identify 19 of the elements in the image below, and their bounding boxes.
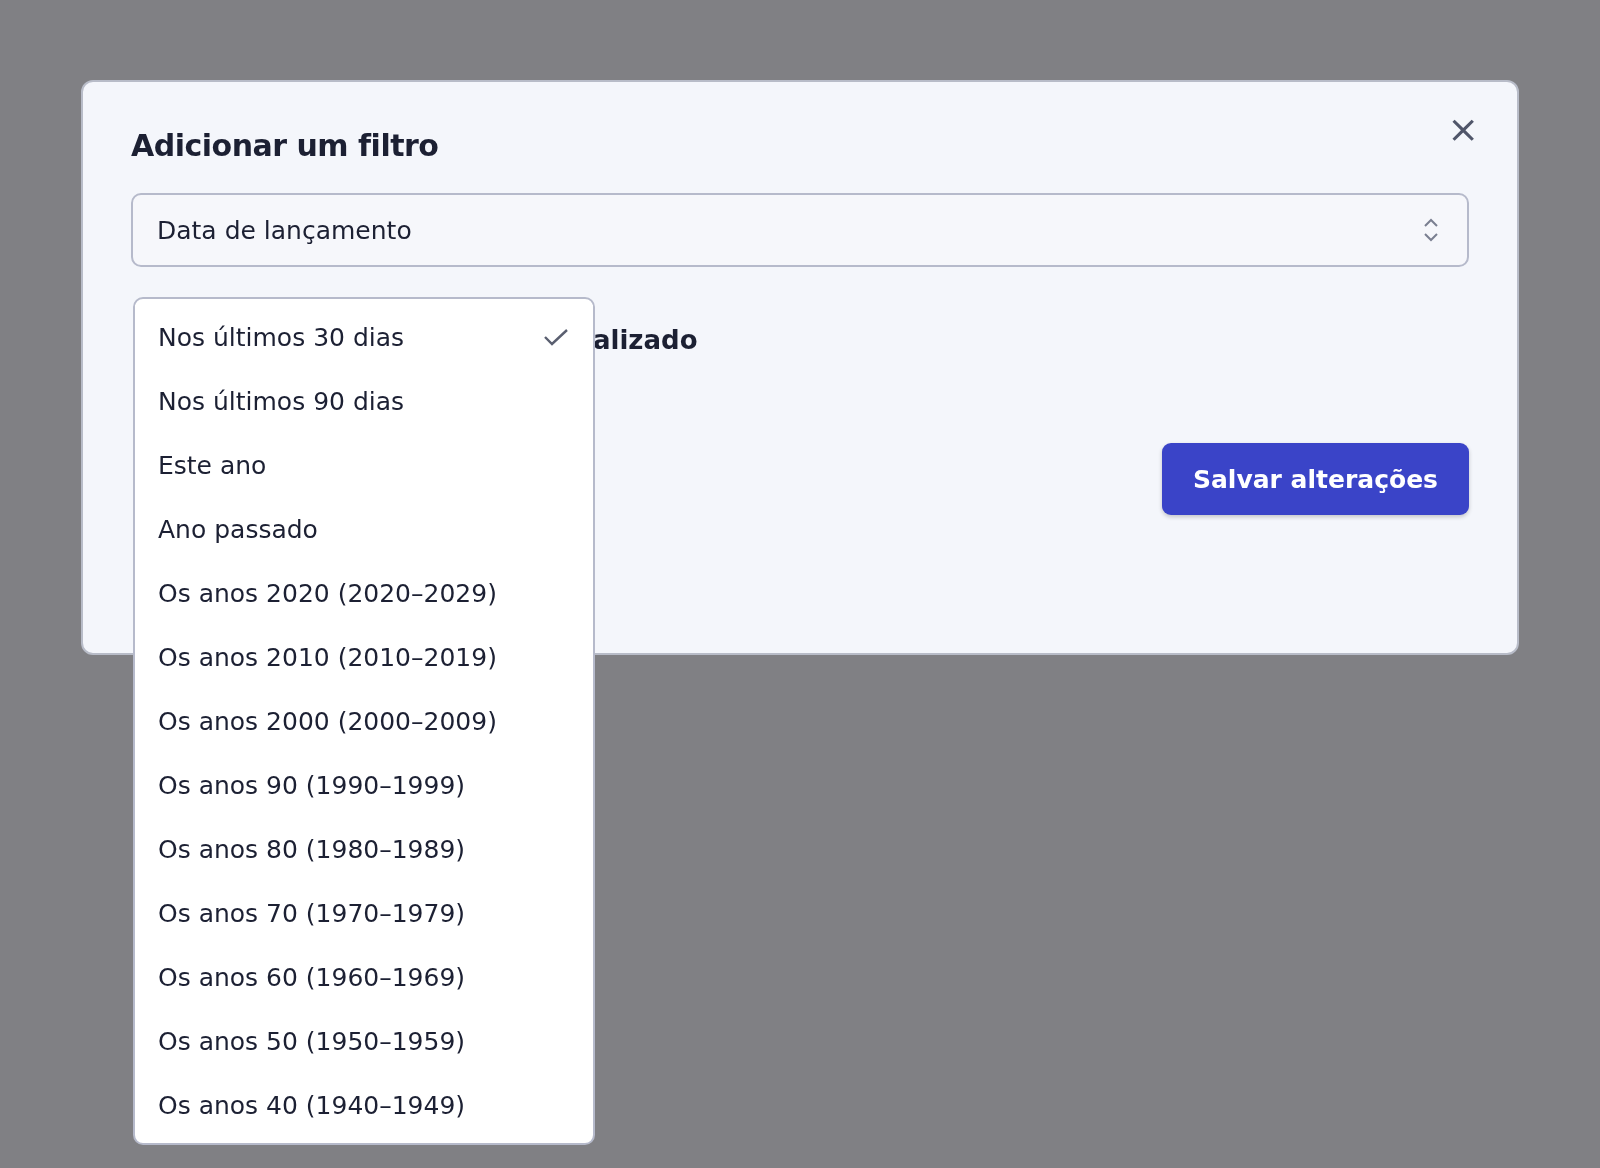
check-icon [543, 327, 569, 347]
option-label: alizado [593, 325, 698, 355]
dropdown-option[interactable]: Os anos 80 (1980–1989) [135, 817, 593, 881]
dropdown-option[interactable]: Nos últimos 90 dias [135, 369, 593, 433]
dropdown-option[interactable]: Os anos 40 (1940–1949) [135, 1073, 593, 1137]
dropdown-option[interactable]: Os anos 2000 (2000–2009) [135, 689, 593, 753]
dropdown-option[interactable]: Os anos 70 (1970–1979) [135, 881, 593, 945]
save-button[interactable]: Salvar alterações [1161, 443, 1469, 515]
dropdown-option[interactable]: Ano passado [135, 497, 593, 561]
dialog-title: Adicionar um filtro [131, 128, 440, 163]
chevron-up-down-icon [1423, 217, 1439, 243]
dropdown-option[interactable]: Os anos 2010 (2010–2019) [135, 625, 593, 689]
dropdown-option[interactable]: Os anos 50 (1950–1959) [135, 1009, 593, 1073]
close-button[interactable]: × [1441, 110, 1485, 148]
select-field[interactable]: Data de lançamento [131, 193, 1469, 267]
dropdown-option[interactable]: Os anos 60 (1960–1969) [135, 945, 593, 1009]
dropdown-option[interactable]: Este ano [135, 433, 593, 497]
dropdown-option[interactable]: Os anos 90 (1990–1999) [135, 753, 593, 817]
dropdown-option[interactable]: Os anos 2020 (2020–2029) [135, 561, 593, 625]
